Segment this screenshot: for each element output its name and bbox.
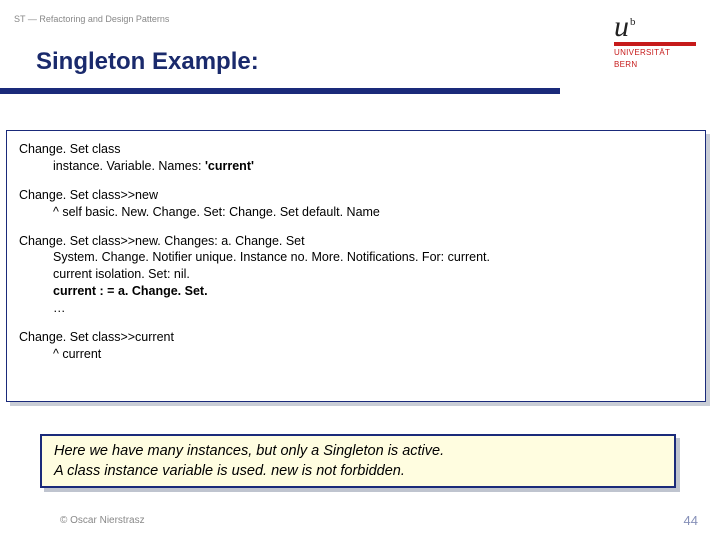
code-line: ^ current — [19, 346, 693, 363]
code-line: Change. Set class — [19, 141, 693, 158]
code-line: … — [19, 300, 693, 317]
breadcrumb: ST — Refactoring and Design Patterns — [14, 14, 169, 24]
note-line: A class instance variable is used. new i… — [54, 462, 662, 482]
university-logo: ub UNIVERSITÄT BERN — [614, 10, 696, 69]
code-line: Change. Set class>>new. Changes: a. Chan… — [19, 233, 693, 250]
code-line: Change. Set class>>current — [19, 329, 693, 346]
code-box: Change. Set class instance. Variable. Na… — [6, 130, 706, 402]
page-title: Singleton Example: — [36, 48, 259, 76]
logo-letter: u — [614, 10, 630, 43]
header: ST — Refactoring and Design Patterns Sin… — [0, 0, 720, 95]
code-line: ^ self basic. New. Change. Set: Change. … — [19, 204, 693, 221]
header-rule — [0, 88, 560, 94]
logo-superscript: b — [630, 16, 637, 28]
note-box: Here we have many instances, but only a … — [40, 434, 676, 488]
code-bold-line: current : = a. Change. Set. — [19, 283, 693, 300]
code-line: current isolation. Set: nil. — [19, 266, 693, 283]
code-line: System. Change. Notifier unique. Instanc… — [19, 249, 693, 266]
page-number: 44 — [684, 513, 698, 528]
copyright: © Oscar Nierstrasz — [60, 515, 145, 526]
code-text: instance. Variable. Names: — [53, 159, 205, 173]
logo-mark: ub — [614, 10, 696, 44]
code-bold: 'current' — [205, 159, 254, 173]
logo-text-1: UNIVERSITÄT — [614, 48, 696, 58]
logo-text-2: BERN — [614, 60, 696, 70]
code-line: instance. Variable. Names: 'current' — [19, 158, 693, 175]
code-line: Change. Set class>>new — [19, 187, 693, 204]
note-line: Here we have many instances, but only a … — [54, 442, 662, 462]
